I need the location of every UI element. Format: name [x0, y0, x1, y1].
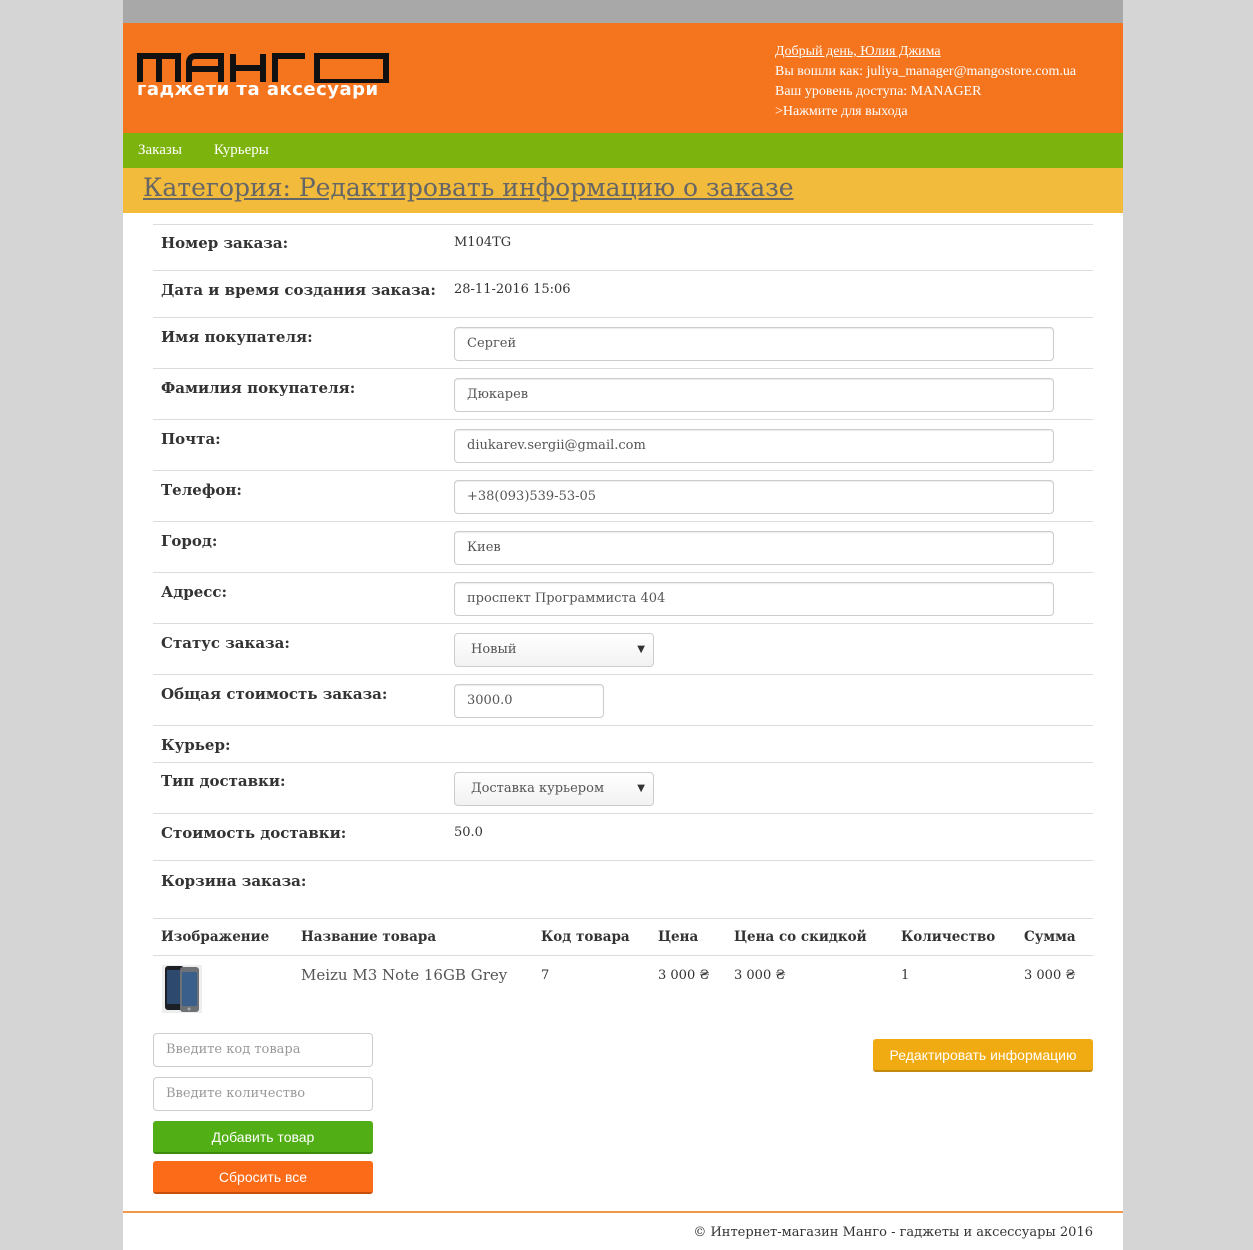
delivery-type-row: Тип доставки: Доставка курьером ▼ — [153, 762, 1093, 813]
first-name-input[interactable]: Сергей — [454, 327, 1054, 361]
product-sum: 3 000 ₴ — [1024, 968, 1076, 983]
top-strip — [123, 0, 1123, 23]
logo-tagline: гаджети та аксесуари — [137, 79, 379, 100]
email-input[interactable]: diukarev.sergii@gmail.com — [454, 429, 1054, 463]
order-number-row: Номер заказа: M104TG — [153, 224, 1093, 271]
total-label: Общая стоимость заказа: — [161, 685, 388, 703]
product-code: 7 — [541, 968, 550, 983]
nav-item-couriers[interactable]: Курьеры — [214, 142, 269, 159]
product-name-link[interactable]: Meizu M3 Note 16GB Grey — [301, 966, 507, 984]
cart-label-row: Корзина заказа: — [153, 860, 1093, 918]
order-number-value: M104TG — [454, 235, 512, 250]
edit-info-button[interactable]: Редактировать информацию — [873, 1039, 1093, 1072]
col-price: Цена — [658, 929, 699, 945]
access-level: Ваш уровень доступа: MANAGER — [775, 84, 982, 99]
cart-label: Корзина заказа: — [161, 872, 307, 890]
col-sum: Сумма — [1024, 929, 1076, 945]
total-input[interactable]: 3000.0 — [454, 684, 604, 718]
cart-table-header: Изображение Название товара Код товара Ц… — [153, 918, 1093, 956]
footer-copyright: © Интернет-магазин Манго - гаджеты и акс… — [693, 1225, 1093, 1240]
order-date-value: 28-11-2016 15:06 — [454, 282, 571, 297]
order-date-row: Дата и время создания заказа: 28-11-2016… — [153, 270, 1093, 318]
logout-link[interactable]: >Нажмите для выхода — [775, 102, 1076, 122]
quantity-input[interactable]: Введите количество — [153, 1077, 373, 1111]
last-name-row: Фамилия покупателя: Дюкарев — [153, 368, 1093, 419]
status-select-value: Новый — [471, 642, 517, 657]
delivery-type-label: Тип доставки: — [161, 772, 286, 790]
product-price: 3 000 ₴ — [658, 968, 710, 983]
status-label: Статус заказа: — [161, 634, 290, 652]
greeting-link[interactable]: Добрый день, Юлия Джима — [775, 42, 1076, 62]
delivery-type-select[interactable]: Доставка курьером ▼ — [454, 772, 654, 806]
email-label: Почта: — [161, 430, 221, 448]
first-name-label: Имя покупателя: — [161, 328, 313, 346]
logo[interactable]: гаджети та аксесуари — [137, 51, 397, 101]
header: гаджети та аксесуари Добрый день, Юлия Д… — [123, 23, 1123, 133]
total-row: Общая стоимость заказа: 3000.0 — [153, 674, 1093, 725]
phone-input[interactable]: +38(093)539-53-05 — [454, 480, 1054, 514]
city-label: Город: — [161, 532, 218, 550]
delivery-cost-value: 50.0 — [454, 825, 483, 840]
logged-in-as: Вы вошли как: juliya_manager@mangostore.… — [775, 64, 1077, 79]
delivery-cost-label: Стоимость доставки: — [161, 824, 347, 842]
product-code-input[interactable]: Введите код товара — [153, 1033, 373, 1067]
user-info: Добрый день, Юлия Джима Вы вошли как: ju… — [775, 42, 1076, 122]
product-discount-price: 3 000 ₴ — [734, 968, 786, 983]
phone-label: Телефон: — [161, 481, 242, 499]
courier-label: Курьер: — [161, 736, 231, 754]
address-input[interactable]: проспект Программиста 404 — [454, 582, 1054, 616]
footer: © Интернет-магазин Манго - гаджеты и акс… — [123, 1211, 1123, 1240]
phone-row: Телефон: +38(093)539-53-05 — [153, 470, 1093, 521]
select-arrow-icon: ▼ — [637, 644, 645, 655]
address-row: Адресс: проспект Программиста 404 — [153, 572, 1093, 623]
status-row: Статус заказа: Новый ▼ — [153, 623, 1093, 674]
first-name-row: Имя покупателя: Сергей — [153, 317, 1093, 368]
col-image: Изображение — [161, 929, 270, 945]
product-image[interactable] — [161, 964, 203, 1014]
category-title-link[interactable]: Категория: Редактировать информацию о за… — [143, 173, 794, 202]
reset-all-button[interactable]: Сбросить все — [153, 1161, 373, 1194]
address-label: Адресс: — [161, 583, 228, 601]
col-product-name: Название товара — [301, 929, 437, 945]
col-product-code: Код товара — [541, 929, 630, 945]
last-name-label: Фамилия покупателя: — [161, 379, 356, 397]
courier-row: Курьер: — [153, 725, 1093, 763]
city-row: Город: Киев — [153, 521, 1093, 572]
page: гаджети та аксесуари Добрый день, Юлия Д… — [123, 0, 1123, 1250]
table-row: Meizu M3 Note 16GB Grey 7 3 000 ₴ 3 000 … — [153, 956, 1093, 1018]
nav-item-orders[interactable]: Заказы — [138, 142, 182, 159]
email-row: Почта: diukarev.sergii@gmail.com — [153, 419, 1093, 470]
city-input[interactable]: Киев — [454, 531, 1054, 565]
main-nav: Заказы Курьеры — [123, 133, 1123, 168]
last-name-input[interactable]: Дюкарев — [454, 378, 1054, 412]
status-select[interactable]: Новый ▼ — [454, 633, 654, 667]
delivery-type-select-value: Доставка курьером — [471, 781, 605, 796]
add-product-button[interactable]: Добавить товар — [153, 1121, 373, 1154]
order-date-label: Дата и время создания заказа: — [161, 281, 436, 299]
product-quantity: 1 — [901, 968, 910, 983]
order-number-label: Номер заказа: — [161, 234, 289, 252]
select-arrow-icon: ▼ — [637, 783, 645, 794]
delivery-cost-row: Стоимость доставки: 50.0 — [153, 813, 1093, 860]
col-discount-price: Цена со скидкой — [734, 929, 867, 945]
category-bar: Категория: Редактировать информацию о за… — [123, 168, 1123, 213]
col-quantity: Количество — [901, 929, 996, 945]
